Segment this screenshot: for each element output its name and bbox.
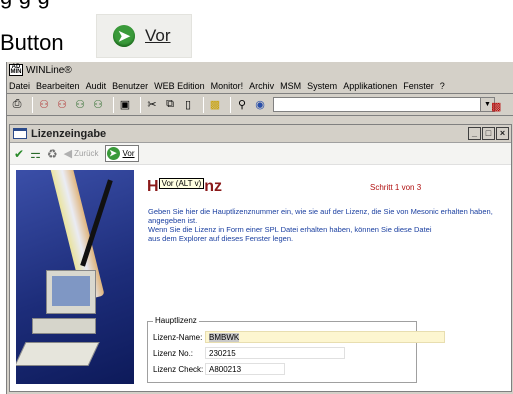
license-number-field[interactable]: 230215 (205, 347, 345, 359)
search-icon[interactable]: ⚲ (235, 98, 249, 112)
wizard-title: H Vor (ALT v) nz (147, 178, 222, 196)
license-name-label: Lizenz-Name: (153, 332, 203, 342)
menu-fenster[interactable]: Fenster (403, 81, 434, 91)
maximize-button[interactable]: □ (482, 127, 495, 140)
back-button-label: Zurück (74, 149, 99, 158)
instruction-line: Wenn Sie die Lizenz in Form einer SPL Da… (148, 225, 432, 234)
group-label: Hauptlizenz (153, 316, 199, 325)
license-check-row: Lizenz Check: A800213 (153, 363, 285, 375)
exit-wizard-icon[interactable]: ⚎ (30, 147, 41, 161)
folder-icon[interactable]: ▩ (208, 98, 222, 112)
user-key-icon[interactable]: ⚇ (55, 98, 69, 112)
arrow-right-icon: ➤ (106, 147, 120, 160)
license-window: Lizenzeingabe _ □ × ✔ ⚎ ♻ ◀ Zurück ➤ Vor (9, 124, 512, 392)
license-number-row: Lizenz No.: 230215 (153, 347, 345, 359)
instruction-line: angegeben ist. (148, 216, 198, 225)
arrow-right-icon: ➤ (113, 25, 135, 47)
license-check-field[interactable]: A800213 (205, 363, 285, 375)
caption-area: g g g Button ➤ Vor (0, 0, 513, 60)
menu-system[interactable]: System (307, 81, 337, 91)
caption-word: Button (0, 30, 64, 55)
cut-icon[interactable]: ✂ (145, 98, 159, 112)
menu-bearbeiten[interactable]: Bearbeiten (36, 81, 80, 91)
license-name-row: Lizenz-Name: BMBWK (153, 331, 445, 343)
app-logo: AD MIN (9, 64, 23, 76)
window-icon[interactable]: ▣ (118, 98, 132, 112)
wizard-illustration (16, 170, 134, 384)
menu-audit[interactable]: Audit (86, 81, 107, 91)
license-name-value: BMBWK (209, 333, 240, 342)
menu-help[interactable]: ? (440, 81, 445, 91)
monitor-illustration (46, 270, 96, 314)
arrow-left-icon: ◀ (63, 148, 73, 160)
menu-monitor[interactable]: Monitor! (211, 81, 244, 91)
menu-archiv[interactable]: Archiv (249, 81, 274, 91)
vor-button-label: Vor (145, 26, 171, 45)
close-button[interactable]: × (496, 127, 509, 140)
vor-button-enlarged: ➤ Vor (96, 14, 192, 58)
group-icon[interactable]: ⚇ (73, 98, 87, 112)
next-button[interactable]: ➤ Vor (104, 145, 139, 162)
app-window: AD MIN WINLine® Datei Bearbeiten Audit B… (6, 62, 513, 394)
instruction-line: Geben Sie hier die Hauptlizenznummer ein… (148, 207, 493, 216)
tooltip: Vor (ALT v) (158, 178, 205, 190)
globe-icon[interactable]: ◉ (253, 98, 267, 112)
computer-case-illustration (32, 318, 96, 334)
app-title: WINLine® (26, 64, 72, 76)
exit-icon[interactable]: ▩ (491, 100, 505, 114)
back-button[interactable]: ◀ Zurück (64, 147, 99, 160)
toolbar-separator (113, 96, 114, 113)
window-controls: _ □ × (467, 127, 509, 140)
license-number-label: Lizenz No.: (153, 348, 194, 358)
check-icon[interactable]: ✔ (14, 147, 24, 161)
users-icon[interactable]: ⚇ (37, 98, 51, 112)
license-name-field[interactable]: BMBWK (205, 331, 445, 343)
next-button-label: Vor (122, 149, 135, 158)
menu-msm[interactable]: MSM (280, 81, 301, 91)
copy-icon[interactable]: ⧉ (163, 98, 177, 112)
step-indicator: Schritt 1 von 3 (370, 183, 422, 192)
wizard-instructions: Geben Sie hier die Hauptlizenznummer ein… (148, 207, 513, 243)
group-edit-icon[interactable]: ⚇ (91, 98, 105, 112)
wizard-title-start: H (147, 178, 159, 195)
toolbar-separator (140, 96, 141, 113)
wizard-toolbar: ✔ ⚎ ♻ ◀ Zurück ➤ Vor (10, 143, 511, 165)
license-window-title: Lizenzeingabe (31, 127, 107, 140)
wizard-title-end: nz (204, 178, 223, 195)
toolbar-separator (230, 96, 231, 113)
main-toolbar: ⎙ ⚇ ⚇ ⚇ ⚇ ▣ ✂ ⧉ ▯ ▩ ⚲ ◉ ▼ (7, 94, 513, 116)
keyboard-illustration (16, 342, 100, 366)
menu-applikationen[interactable]: Applikationen (343, 81, 397, 91)
print-icon[interactable]: ⎙ (10, 98, 24, 112)
license-window-title-bar: Lizenzeingabe _ □ × (10, 125, 511, 143)
minimize-button[interactable]: _ (468, 127, 481, 140)
menu-web-edition[interactable]: WEB Edition (154, 81, 205, 91)
toolbar-separator (32, 96, 33, 113)
paste-icon[interactable]: ▯ (181, 98, 195, 112)
window-icon (13, 128, 27, 139)
instruction-line: aus dem Explorer auf dieses Fenster lege… (148, 234, 294, 243)
cut-text: g g g (0, 0, 50, 10)
menu-benutzer[interactable]: Benutzer (112, 81, 148, 91)
wizard-body: H Vor (ALT v) nz Schritt 1 von 3 Geben Sie… (10, 166, 511, 391)
menu-datei[interactable]: Datei (9, 81, 30, 91)
app-title-bar: AD MIN WINLine® (7, 62, 513, 78)
main-license-group: Hauptlizenz Lizenz-Name: BMBWK Lizenz No… (147, 316, 445, 383)
trash-icon[interactable]: ♻ (47, 147, 58, 161)
license-check-label: Lizenz Check: (153, 364, 204, 374)
toolbar-separator (203, 96, 204, 113)
address-combo[interactable]: ▼ (273, 97, 495, 112)
menu-bar: Datei Bearbeiten Audit Benutzer WEB Edit… (7, 78, 513, 94)
